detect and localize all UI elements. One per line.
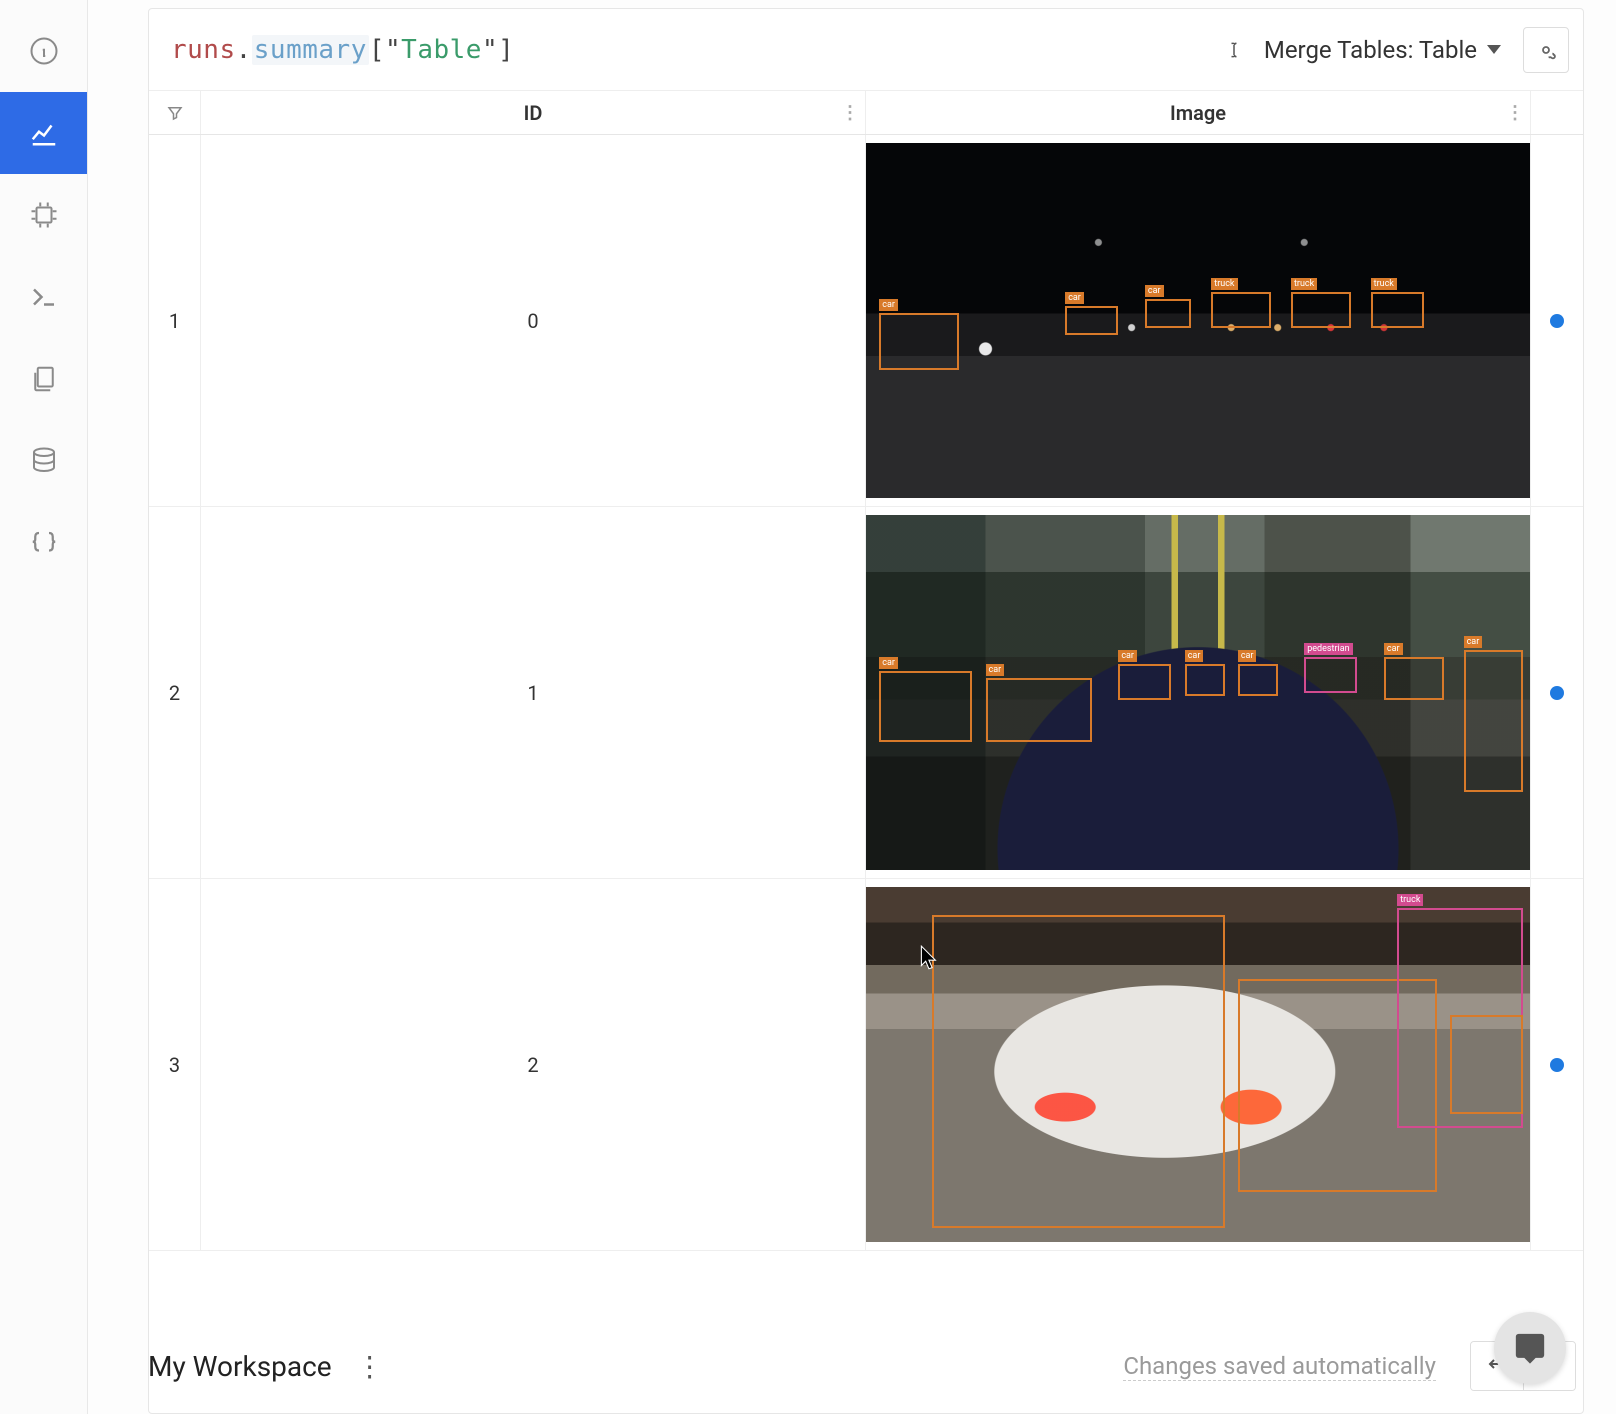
cell-image[interactable]: truck	[866, 879, 1531, 1250]
table-panel: runs.summary["Table"] Merge Tables: Tabl…	[148, 8, 1584, 1414]
column-header-image[interactable]: Image ⋮	[866, 91, 1531, 134]
merge-label: Merge Tables: Table	[1264, 36, 1477, 64]
status-dot-icon	[1550, 686, 1564, 700]
row-status[interactable]	[1531, 879, 1583, 1250]
charts-icon[interactable]	[0, 92, 87, 174]
status-dot-icon	[1550, 314, 1564, 328]
settings-button[interactable]	[1523, 27, 1569, 73]
system-icon[interactable]	[0, 174, 87, 256]
terminal-icon[interactable]	[0, 256, 87, 338]
row-index: 2	[149, 507, 201, 878]
braces-icon[interactable]	[0, 502, 87, 584]
footer: My Workspace ⋮ Changes saved automatical…	[88, 1318, 1616, 1414]
workspace-menu-button[interactable]: ⋮	[348, 1346, 392, 1387]
image-rainy-city-street[interactable]: car car car car car pedestrian car car	[866, 515, 1530, 870]
query-object: runs	[171, 35, 236, 65]
cell-id[interactable]: 2	[201, 879, 866, 1250]
column-menu-image[interactable]: ⋮	[1506, 102, 1524, 123]
row-index: 3	[149, 879, 201, 1250]
row-status[interactable]	[1531, 507, 1583, 878]
filter-button[interactable]	[149, 91, 201, 134]
database-icon[interactable]	[0, 420, 87, 502]
query-expression[interactable]: runs.summary["Table"]	[171, 35, 514, 65]
column-header-id[interactable]: ID ⋮	[201, 91, 866, 134]
row-status[interactable]	[1531, 135, 1583, 506]
text-cursor-icon[interactable]	[1214, 30, 1254, 70]
app-root: runs.summary["Table"] Merge Tables: Tabl…	[0, 0, 1616, 1414]
image-night-highway[interactable]: car car car truck truck truck	[866, 143, 1530, 498]
column-menu-id[interactable]: ⋮	[841, 102, 859, 123]
cell-id[interactable]: 1	[201, 507, 866, 878]
save-status: Changes saved automatically	[1123, 1352, 1436, 1381]
table-header: ID ⋮ Image ⋮	[149, 91, 1583, 135]
cell-id[interactable]: 0	[201, 135, 866, 506]
table-row: 3 2 truck	[149, 879, 1583, 1251]
table: ID ⋮ Image ⋮ 1 0	[149, 91, 1583, 1413]
left-rail	[0, 0, 88, 1414]
status-dot-icon	[1550, 1058, 1564, 1072]
files-icon[interactable]	[0, 338, 87, 420]
merge-tables-dropdown[interactable]: Merge Tables: Table	[1254, 36, 1511, 64]
column-header-extra	[1531, 91, 1583, 134]
row-index: 1	[149, 135, 201, 506]
query-method: summary	[252, 35, 369, 65]
image-white-bmw-rear[interactable]: truck	[866, 887, 1530, 1242]
table-row: 2 1 car car car car car	[149, 507, 1583, 879]
panel-header: runs.summary["Table"] Merge Tables: Tabl…	[149, 9, 1583, 91]
chat-button[interactable]	[1494, 1312, 1566, 1384]
cell-image[interactable]: car car car car car pedestrian car car	[866, 507, 1531, 878]
info-icon[interactable]	[0, 10, 87, 92]
cell-image[interactable]: car car car truck truck truck	[866, 135, 1531, 506]
table-body[interactable]: 1 0 car car car truck truck truck	[149, 135, 1583, 1413]
workspace-name[interactable]: My Workspace	[148, 1350, 332, 1383]
table-row: 1 0 car car car truck truck truck	[149, 135, 1583, 507]
query-key: Table	[401, 35, 482, 65]
chevron-down-icon	[1487, 45, 1501, 54]
main-area: runs.summary["Table"] Merge Tables: Tabl…	[88, 0, 1616, 1414]
